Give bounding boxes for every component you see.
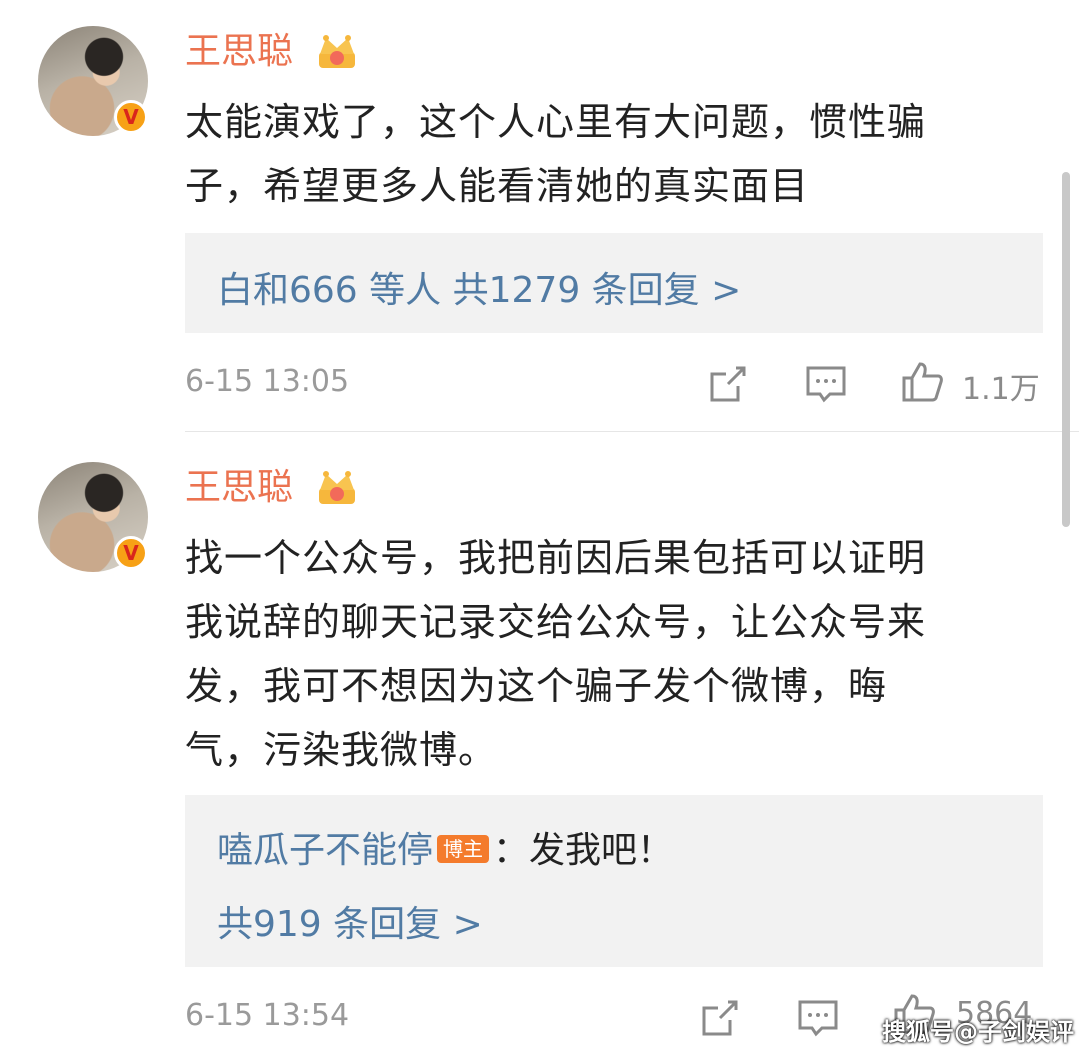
comment-time: 6-15 13:05 [185, 364, 350, 399]
comment-icon[interactable] [796, 996, 840, 1040]
username[interactable]: 王思聪 [185, 466, 293, 510]
comment-icon[interactable] [804, 362, 848, 406]
comment-time: 6-15 13:54 [185, 998, 350, 1033]
comment-text-line: 我说辞的聊天记录交给公众号，让公众号来 [185, 600, 927, 644]
scrollbar[interactable] [1062, 172, 1070, 527]
comment-text-line: 气，污染我微博。 [185, 728, 498, 772]
comment-text-line: 太能演戏了，这个人心里有大问题，惯性骗 [185, 100, 927, 144]
comment-text-line: 发，我可不想因为这个骗子发个微博，晦 [185, 664, 888, 708]
comment-1: V 王思聪 太能演戏了，这个人心里有大问题，惯性骗 子，希望更多人能看清她的真实… [0, 0, 1079, 430]
comment-text-line: 子，希望更多人能看清她的真实面目 [185, 164, 810, 208]
reply-user-link[interactable]: 嗑瓜子不能停 [217, 830, 433, 871]
share-icon[interactable] [706, 362, 750, 406]
crown-icon [319, 471, 355, 504]
crown-icon [319, 35, 355, 68]
comment-text: 太能演戏了，这个人心里有大问题，惯性骗 子，希望更多人能看清她的真实面目 [185, 90, 1045, 218]
comment-text: 找一个公众号，我把前因后果包括可以证明 我说辞的聊天记录交给公众号，让公众号来 … [185, 526, 1045, 782]
share-icon[interactable] [698, 996, 742, 1040]
blogger-badge: 博主 [437, 835, 490, 863]
watermark: 搜狐号@子剑娱评 [882, 1018, 1074, 1046]
reply-box[interactable]: 白和666 等人 共1279 条回复 > [185, 233, 1043, 333]
username[interactable]: 王思聪 [185, 30, 293, 74]
verified-badge-icon: V [114, 100, 148, 134]
comment-2: V 王思聪 找一个公众号，我把前因后果包括可以证明 我说辞的聊天记录交给公众号，… [0, 440, 1079, 1050]
like-count: 1.1万 [962, 372, 1040, 407]
reply-summary-link[interactable]: 共919 条回复 > [217, 895, 483, 947]
divider [185, 431, 1079, 432]
reply-box[interactable]: 嗑瓜子不能停 博主 ：发我吧！ 共919 条回复 > [185, 795, 1043, 967]
reply-summary-link[interactable]: 白和666 等人 共1279 条回复 > [217, 261, 741, 313]
like-icon[interactable] [900, 360, 944, 404]
reply-text: ：发我吧！ [493, 830, 674, 871]
verified-badge-icon: V [114, 536, 148, 570]
reply-line: 嗑瓜子不能停 博主 ：发我吧！ [217, 821, 673, 873]
comment-text-line: 找一个公众号，我把前因后果包括可以证明 [185, 536, 927, 580]
